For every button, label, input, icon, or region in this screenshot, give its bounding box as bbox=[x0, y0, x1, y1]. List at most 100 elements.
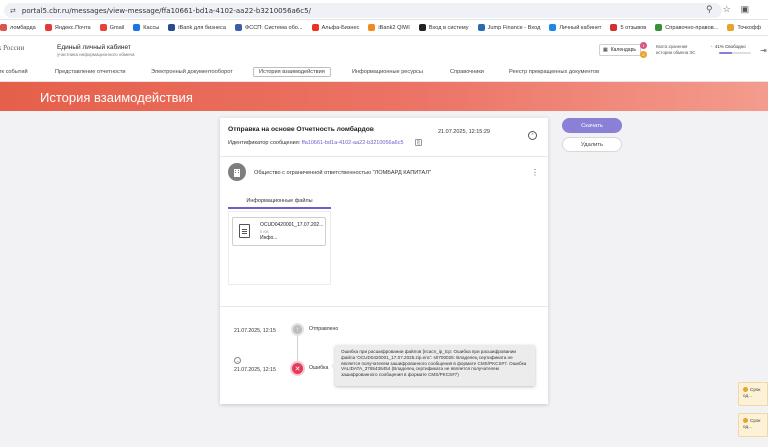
bookmark-label: Альфа-Бизнес bbox=[321, 24, 360, 31]
bookmark-item[interactable]: Кассы bbox=[133, 24, 159, 31]
bookmark-favicon-icon bbox=[44, 24, 52, 31]
main-nav: тк событий Представление отчетности Элек… bbox=[0, 64, 768, 82]
sent-icon: ↑ bbox=[291, 323, 304, 336]
page-banner: История взаимодействия bbox=[0, 82, 768, 111]
divider bbox=[220, 306, 548, 307]
message-id-value[interactable]: ffa10661-bd1a-4102-aa22-b3210056a6c5 bbox=[302, 140, 404, 146]
bookmark-item[interactable]: Точкофф bbox=[727, 24, 761, 31]
bookmark-item[interactable]: ФССП: Система обо... bbox=[234, 24, 303, 31]
bookmark-label: Справочно-правов... bbox=[665, 24, 719, 31]
nav-item-directories[interactable]: Справочники bbox=[445, 68, 489, 76]
message-card: Отправка на основе Отчетность ломбардов … bbox=[220, 118, 548, 404]
logo[interactable]: к России bbox=[0, 44, 24, 52]
bookmarks-bar: ломбарда Яндекс.Почта Gmail Кассы iBank для … bbox=[0, 20, 768, 36]
storage-progress-fill bbox=[719, 52, 733, 54]
bookmark-label: ломбарда bbox=[10, 24, 36, 31]
bookmark-favicon-icon bbox=[234, 24, 242, 31]
file-description: Инфо... bbox=[260, 235, 278, 241]
bookmark-label: Gmail bbox=[109, 24, 125, 31]
bookmark-favicon-icon bbox=[727, 24, 735, 31]
calendar-button[interactable]: ▦ Календарь bbox=[599, 44, 641, 56]
error-tooltip: Ошибка при расшифровании файлов [ncacn_i… bbox=[331, 345, 535, 386]
file-name: OCUD0420001_17.07.202... bbox=[260, 222, 324, 228]
bookmark-item[interactable]: Jump Finance - Вход bbox=[477, 24, 541, 31]
download-button[interactable]: Скачать bbox=[562, 118, 622, 133]
document-icon bbox=[239, 224, 250, 238]
storage-percent-label: 41% Свободно bbox=[714, 44, 746, 49]
file-size: 5 KB bbox=[260, 229, 269, 234]
bookmark-favicon-icon bbox=[655, 24, 663, 31]
message-date: 21.07.2025, 12:15:29 bbox=[438, 129, 490, 135]
tab-info-files[interactable]: Информационные файлы bbox=[228, 194, 331, 209]
bookmark-item[interactable]: Яндекс.Почта bbox=[44, 24, 91, 31]
nav-item-events[interactable]: тк событий bbox=[0, 68, 33, 76]
bookmark-favicon-icon bbox=[0, 24, 7, 31]
bookmark-label: iBank для бизнеса bbox=[178, 24, 226, 31]
toast-notification[interactable]: Срок од... bbox=[738, 382, 768, 406]
bookmark-item[interactable]: Вход в систему bbox=[418, 24, 469, 31]
chevron-down-icon[interactable]: ⌄ bbox=[234, 357, 241, 364]
status-timeline: 21.07.2025, 12:15 ↑ Отправлено ⌄ 21.07.2… bbox=[220, 308, 548, 404]
logout-icon[interactable]: ⇥ bbox=[760, 46, 767, 55]
tune-icon[interactable]: ⇄ bbox=[10, 7, 16, 15]
star-icon[interactable]: ☆ bbox=[723, 4, 731, 15]
bookmark-favicon-icon bbox=[549, 24, 557, 31]
nav-item-edo[interactable]: Электронный документооборот bbox=[146, 68, 238, 76]
bookmark-label: Точкофф bbox=[737, 24, 762, 31]
storage-percent: ◔ 41% Свободно bbox=[710, 44, 746, 49]
timeline-date: 21.07.2025, 12:15 bbox=[234, 367, 276, 373]
bookmark-label: 5 отзывов bbox=[620, 24, 647, 31]
page-title: История взаимодействия bbox=[40, 90, 193, 105]
bookmark-favicon-icon bbox=[168, 24, 176, 31]
timeline-date: 21.07.2025, 12:15 bbox=[234, 328, 276, 334]
message-id-row: Идентификатор сообщения: ffa10661-bd1a-4… bbox=[228, 140, 404, 146]
nav-item-terminated-docs[interactable]: Реестр прекращенных документов bbox=[504, 68, 604, 76]
storage-progress-bar bbox=[719, 52, 751, 54]
notification-badge[interactable]: 1 bbox=[640, 42, 647, 49]
site-header: к России Единый личный кабинет участника… bbox=[0, 36, 768, 64]
nav-item-info-resources[interactable]: Информационные ресурсы bbox=[347, 68, 428, 76]
timeline-status: Отправлено bbox=[309, 326, 339, 332]
bookmark-favicon-icon bbox=[610, 24, 618, 31]
bookmark-item[interactable]: ломбарда bbox=[0, 24, 36, 31]
zoom-icon[interactable]: ⚲ bbox=[706, 4, 713, 15]
bookmark-label: Личный кабинет bbox=[559, 24, 602, 31]
organization-name: Общество с ограниченной ответственностью… bbox=[254, 170, 431, 176]
bookmark-item[interactable]: Альфа-Бизнес bbox=[311, 24, 360, 31]
file-card[interactable]: OCUD0420001_17.07.202... 5 KB Инфо... bbox=[232, 217, 326, 246]
bookmark-item[interactable]: 5 отзывов bbox=[610, 24, 646, 31]
bookmark-label: ФССП: Система обо... bbox=[244, 24, 303, 31]
bookmark-favicon-icon bbox=[133, 24, 141, 31]
divider bbox=[220, 156, 548, 157]
bookmark-item[interactable]: Личный кабинет bbox=[549, 24, 601, 31]
collapse-button[interactable]: ⌃ bbox=[528, 131, 537, 140]
timeline-status: Ошибка bbox=[309, 365, 329, 371]
nav-item-history[interactable]: История взаимодействия bbox=[253, 67, 331, 77]
bookmark-label: Jump Finance - Вход bbox=[487, 24, 541, 31]
bookmark-item[interactable]: iBank2 QIWI bbox=[368, 24, 410, 31]
extensions-icon[interactable]: ▣ bbox=[741, 4, 750, 15]
copy-icon[interactable]: ⎘ bbox=[415, 139, 422, 146]
storage-quota-label: Квота хранения истории обмена ЭС bbox=[656, 44, 696, 55]
url-text[interactable]: portal5.cbr.ru/messages/view-message/ffa… bbox=[22, 7, 311, 15]
nav-item-reporting[interactable]: Представление отчетности bbox=[50, 68, 131, 76]
bookmark-label: Вход в систему bbox=[428, 24, 469, 31]
message-title: Отправка на основе Отчетность ломбардов bbox=[228, 126, 374, 133]
calendar-icon: ▦ bbox=[603, 47, 608, 53]
cabinet-title: Единый личный кабинет bbox=[57, 44, 131, 51]
bookmark-item[interactable]: Справочно-правов... bbox=[655, 24, 718, 31]
bookmark-favicon-icon bbox=[99, 24, 107, 31]
bookmark-favicon-icon bbox=[311, 24, 319, 31]
toast-notification[interactable]: Срок од... bbox=[738, 413, 768, 437]
delete-button[interactable]: Удалить bbox=[562, 137, 622, 152]
address-bar[interactable]: ⇄ portal5.cbr.ru/messages/view-message/f… bbox=[4, 3, 722, 18]
more-options-icon[interactable]: ⋮ bbox=[531, 168, 539, 177]
error-icon: ✕ bbox=[290, 361, 305, 376]
browser-toolbar: ⇄ portal5.cbr.ru/messages/view-message/f… bbox=[0, 0, 768, 20]
bookmark-item[interactable]: iBank для бизнеса bbox=[168, 24, 226, 31]
bookmark-favicon-icon bbox=[368, 24, 376, 31]
bookmark-item[interactable]: Gmail bbox=[99, 24, 125, 31]
building-icon bbox=[228, 163, 246, 181]
chevron-up-icon: ⌃ bbox=[530, 132, 535, 139]
warning-badge[interactable]: 2 bbox=[640, 51, 647, 58]
